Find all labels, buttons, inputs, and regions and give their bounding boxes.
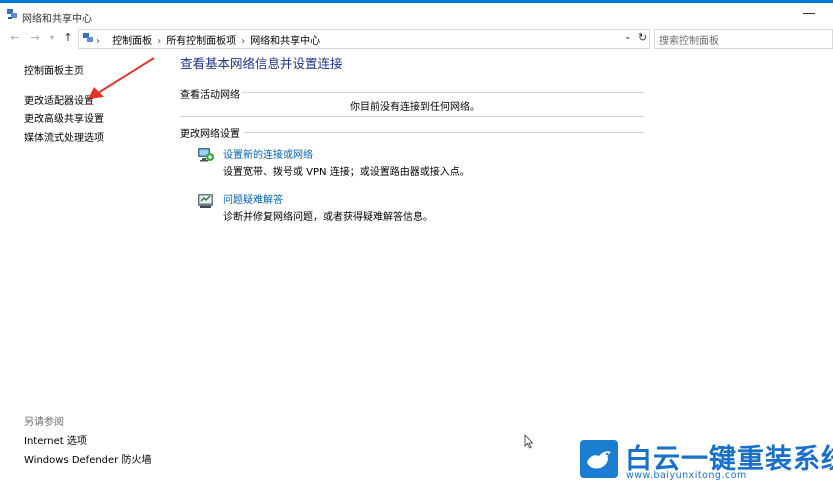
sidebar-item-advanced-sharing[interactable]: 更改高级共享设置 xyxy=(24,110,104,125)
new-connection-icon xyxy=(198,148,214,162)
active-networks-label: 查看活动网络 xyxy=(180,90,240,101)
minimize-icon[interactable] xyxy=(803,13,815,14)
breadcrumb: › 控制面板 › 所有控制面板项 › 网络和共享中心 xyxy=(96,32,320,47)
troubleshoot-link[interactable]: 问题疑难解答 xyxy=(223,191,283,206)
refresh-icon[interactable]: ↻ xyxy=(638,31,647,44)
troubleshoot-icon xyxy=(198,194,213,208)
setup-connection-desc: 设置宽带、拨号或 VPN 连接；或设置路由器或接入点。 xyxy=(223,167,470,178)
see-also-firewall[interactable]: Windows Defender 防火墙 xyxy=(24,451,151,466)
window-title: 网络和共享中心 xyxy=(22,14,92,25)
section-divider xyxy=(242,92,644,93)
breadcrumb-item[interactable]: 网络和共享中心 xyxy=(250,36,320,47)
watermark-url: www.baiyunxitong.com xyxy=(626,470,747,481)
breadcrumb-sep: › xyxy=(157,36,162,47)
title-bar xyxy=(0,3,833,27)
recent-dropdown-icon[interactable]: ▾ xyxy=(45,31,59,45)
watermark-logo-icon xyxy=(580,440,618,478)
troubleshoot-desc: 诊断并修复网络问题，或者获得疑难解答信息。 xyxy=(223,212,433,223)
setup-connection-link[interactable]: 设置新的连接或网络 xyxy=(223,146,313,161)
no-connection-message: 你目前没有连接到任何网络。 xyxy=(350,102,480,113)
breadcrumb-sep: › xyxy=(96,36,100,47)
search-placeholder: 搜索控制面板 xyxy=(659,36,719,47)
see-also-heading: 另请参阅 xyxy=(24,417,64,428)
network-sharing-icon xyxy=(7,9,17,19)
section-divider xyxy=(244,132,644,133)
forward-icon[interactable]: → xyxy=(28,31,42,45)
mouse-cursor-icon xyxy=(524,434,534,449)
up-icon[interactable]: ↑ xyxy=(61,31,75,45)
annotation-arrow-icon xyxy=(88,57,155,99)
section-divider xyxy=(180,116,644,117)
see-also-internet-options[interactable]: Internet 选项 xyxy=(24,432,87,447)
sidebar-item-media-streaming[interactable]: 媒体流式处理选项 xyxy=(24,129,104,144)
control-panel-icon xyxy=(83,33,93,42)
sidebar-item-home[interactable]: 控制面板主页 xyxy=(24,62,84,77)
breadcrumb-sep: › xyxy=(241,36,246,47)
back-icon[interactable]: ← xyxy=(8,31,22,45)
change-settings-label: 更改网络设置 xyxy=(180,129,240,140)
breadcrumb-item[interactable]: 所有控制面板项 xyxy=(166,36,236,47)
page-title: 查看基本网络信息并设置连接 xyxy=(180,56,343,71)
address-dropdown-icon[interactable]: ⌄ xyxy=(624,32,632,42)
breadcrumb-item[interactable]: 控制面板 xyxy=(112,36,152,47)
